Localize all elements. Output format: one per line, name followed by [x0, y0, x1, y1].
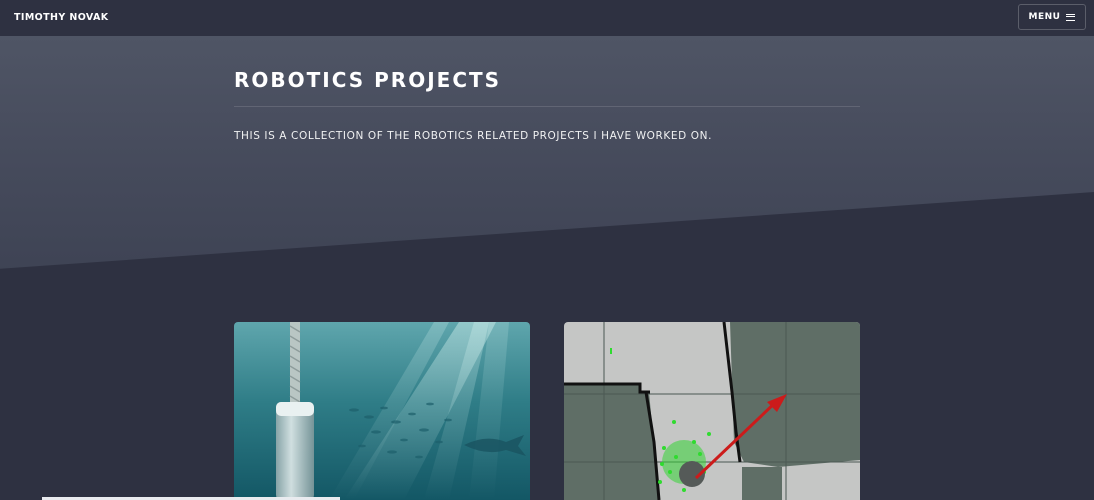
page-intro: THIS IS A COLLECTION OF THE ROBOTICS REL…	[234, 130, 713, 142]
menu-label: MENU	[1028, 12, 1061, 22]
underwater-tether-photo	[234, 322, 530, 500]
site-brand[interactable]: TIMOTHY NOVAK	[14, 12, 109, 23]
page: TIMOTHY NOVAK MENU ROBOTICS PROJECTS THI…	[0, 0, 1094, 500]
site-header: TIMOTHY NOVAK MENU	[0, 0, 1094, 36]
page-banner: ROBOTICS PROJECTS THIS IS A COLLECTION O…	[0, 36, 1094, 269]
title-divider	[234, 106, 860, 107]
menu-button[interactable]: MENU	[1018, 4, 1086, 30]
hamburger-menu-icon	[1066, 13, 1076, 21]
page-title: ROBOTICS PROJECTS	[234, 68, 502, 92]
occupancy-grid-map	[564, 322, 860, 500]
banner-content: ROBOTICS PROJECTS THIS IS A COLLECTION O…	[234, 68, 860, 143]
project-tile-mapping[interactable]	[564, 322, 860, 500]
project-tile-underwater[interactable]	[234, 322, 530, 500]
